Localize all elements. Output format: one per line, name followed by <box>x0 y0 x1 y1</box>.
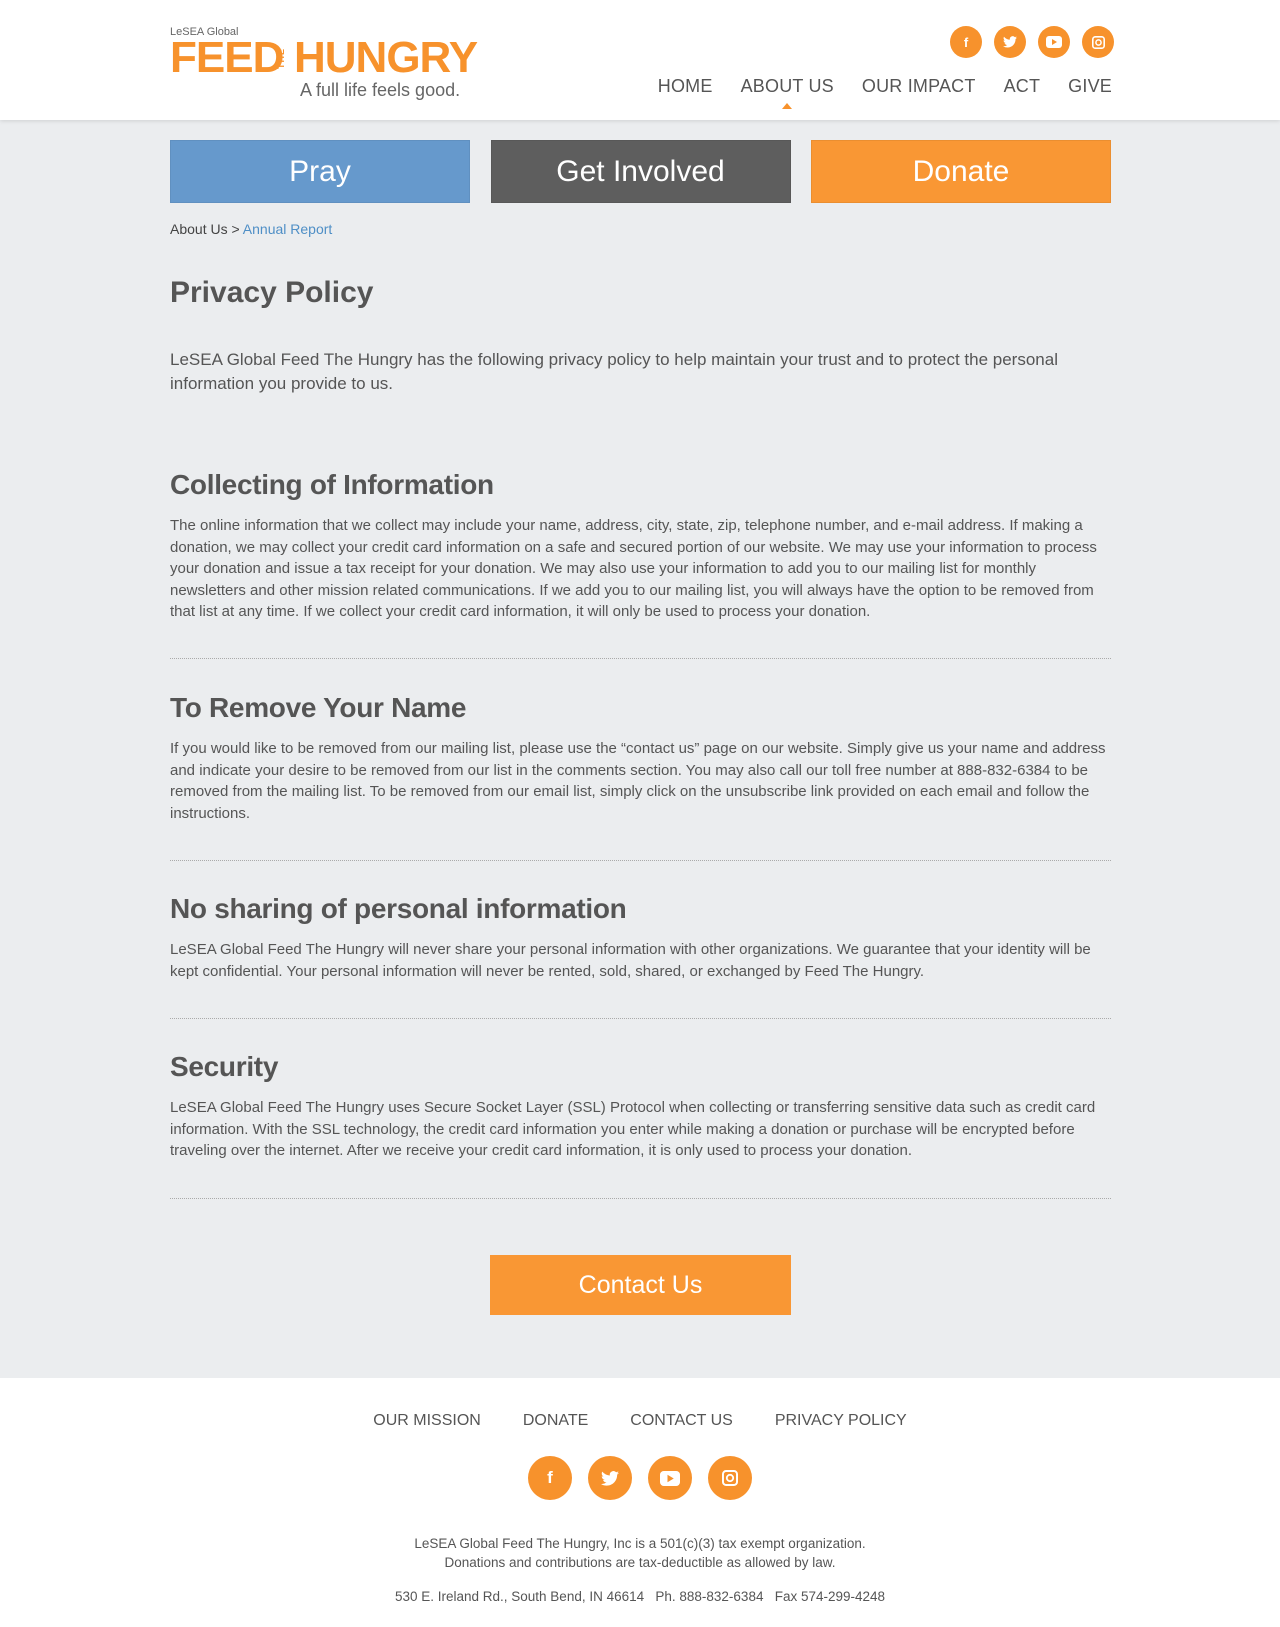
logo-word-the: THE <box>276 48 286 69</box>
action-buttons: Pray Get Involved Donate <box>170 140 1111 203</box>
intro-text: LeSEA Global Feed The Hungry has the fol… <box>170 350 1058 393</box>
nav-home[interactable]: HOME <box>658 76 713 97</box>
section-divider <box>170 658 1111 659</box>
section-no-sharing: No sharing of personal information LeSEA… <box>170 893 1111 982</box>
footer-address: 530 E. Ireland Rd., South Bend, IN 46614… <box>394 1589 886 1604</box>
logo-word-feed: FEED <box>170 33 284 82</box>
breadcrumb-separator: > <box>227 221 243 237</box>
main-content: Privacy Policy LeSEA Global Feed The Hun… <box>170 276 1111 1199</box>
footer-link-privacy-policy[interactable]: PRIVACY POLICY <box>775 1412 907 1430</box>
instagram-icon[interactable] <box>1082 26 1114 58</box>
twitter-icon[interactable] <box>994 26 1026 58</box>
section-body: The online information that we collect m… <box>170 517 1097 621</box>
youtube-icon[interactable] <box>1038 26 1070 58</box>
section-heading: To Remove Your Name <box>170 692 467 723</box>
page-title: Privacy Policy <box>170 276 374 309</box>
section-heading: Collecting of Information <box>170 469 494 500</box>
footer-link-our-mission[interactable]: OUR MISSION <box>373 1412 481 1430</box>
section-divider <box>170 860 1111 861</box>
section-body: If you would like to be removed from our… <box>170 740 1106 822</box>
section-divider <box>170 1018 1111 1019</box>
nav-about-us[interactable]: ABOUT US <box>741 76 834 109</box>
get-involved-button[interactable]: Get Involved <box>490 140 791 203</box>
footer-social-links: f <box>0 1456 1280 1500</box>
section-heading: No sharing of personal information <box>170 893 627 924</box>
section-remove-name: To Remove Your Name If you would like to… <box>170 692 1111 824</box>
site-footer: OUR MISSION DONATE CONTACT US PRIVACY PO… <box>0 1378 1280 1627</box>
section-body: LeSEA Global Feed The Hungry will never … <box>170 941 1091 980</box>
section-security: Security LeSEA Global Feed The Hungry us… <box>170 1051 1111 1162</box>
youtube-icon[interactable] <box>648 1456 692 1500</box>
footer-nav: OUR MISSION DONATE CONTACT US PRIVACY PO… <box>0 1412 1280 1430</box>
logo-tagline: A full life feels good. <box>300 80 461 100</box>
footer-tax-exempt-note: LeSEA Global Feed The Hungry, Inc is a 5… <box>414 1536 866 1551</box>
instagram-icon[interactable] <box>708 1456 752 1500</box>
breadcrumb-parent[interactable]: About Us <box>170 221 228 237</box>
breadcrumb-current[interactable]: Annual Report <box>243 221 333 237</box>
breadcrumb: About Us > Annual Report <box>170 221 332 237</box>
nav-give[interactable]: GIVE <box>1068 76 1112 97</box>
footer-link-contact-us[interactable]: CONTACT US <box>630 1412 733 1430</box>
nav-act[interactable]: ACT <box>1004 76 1041 97</box>
facebook-icon[interactable]: f <box>950 26 982 58</box>
section-body: LeSEA Global Feed The Hungry uses Secure… <box>170 1099 1096 1160</box>
section-collecting-information: Collecting of Information The online inf… <box>170 469 1111 623</box>
section-divider <box>170 1198 1111 1199</box>
contact-us-button[interactable]: Contact Us <box>490 1255 791 1315</box>
header-social-links: f <box>950 26 1114 58</box>
site-header: LeSEA Global FEED THE HUNGRY A full life… <box>0 0 1280 120</box>
main-nav: HOME ABOUT US OUR IMPACT ACT GIVE <box>658 76 1112 109</box>
footer-link-donate[interactable]: DONATE <box>523 1412 588 1430</box>
logo-word-hungry: HUNGRY <box>294 33 478 82</box>
twitter-icon[interactable] <box>588 1456 632 1500</box>
footer-tax-deductible-note: Donations and contributions are tax-dedu… <box>444 1555 836 1570</box>
nav-our-impact[interactable]: OUR IMPACT <box>862 76 976 97</box>
feed-the-hungry-logo[interactable]: LeSEA Global FEED THE HUNGRY A full life… <box>170 24 480 104</box>
facebook-icon[interactable]: f <box>528 1456 572 1500</box>
section-heading: Security <box>170 1051 279 1082</box>
donate-button[interactable]: Donate <box>811 140 1111 203</box>
pray-button[interactable]: Pray <box>170 140 470 203</box>
